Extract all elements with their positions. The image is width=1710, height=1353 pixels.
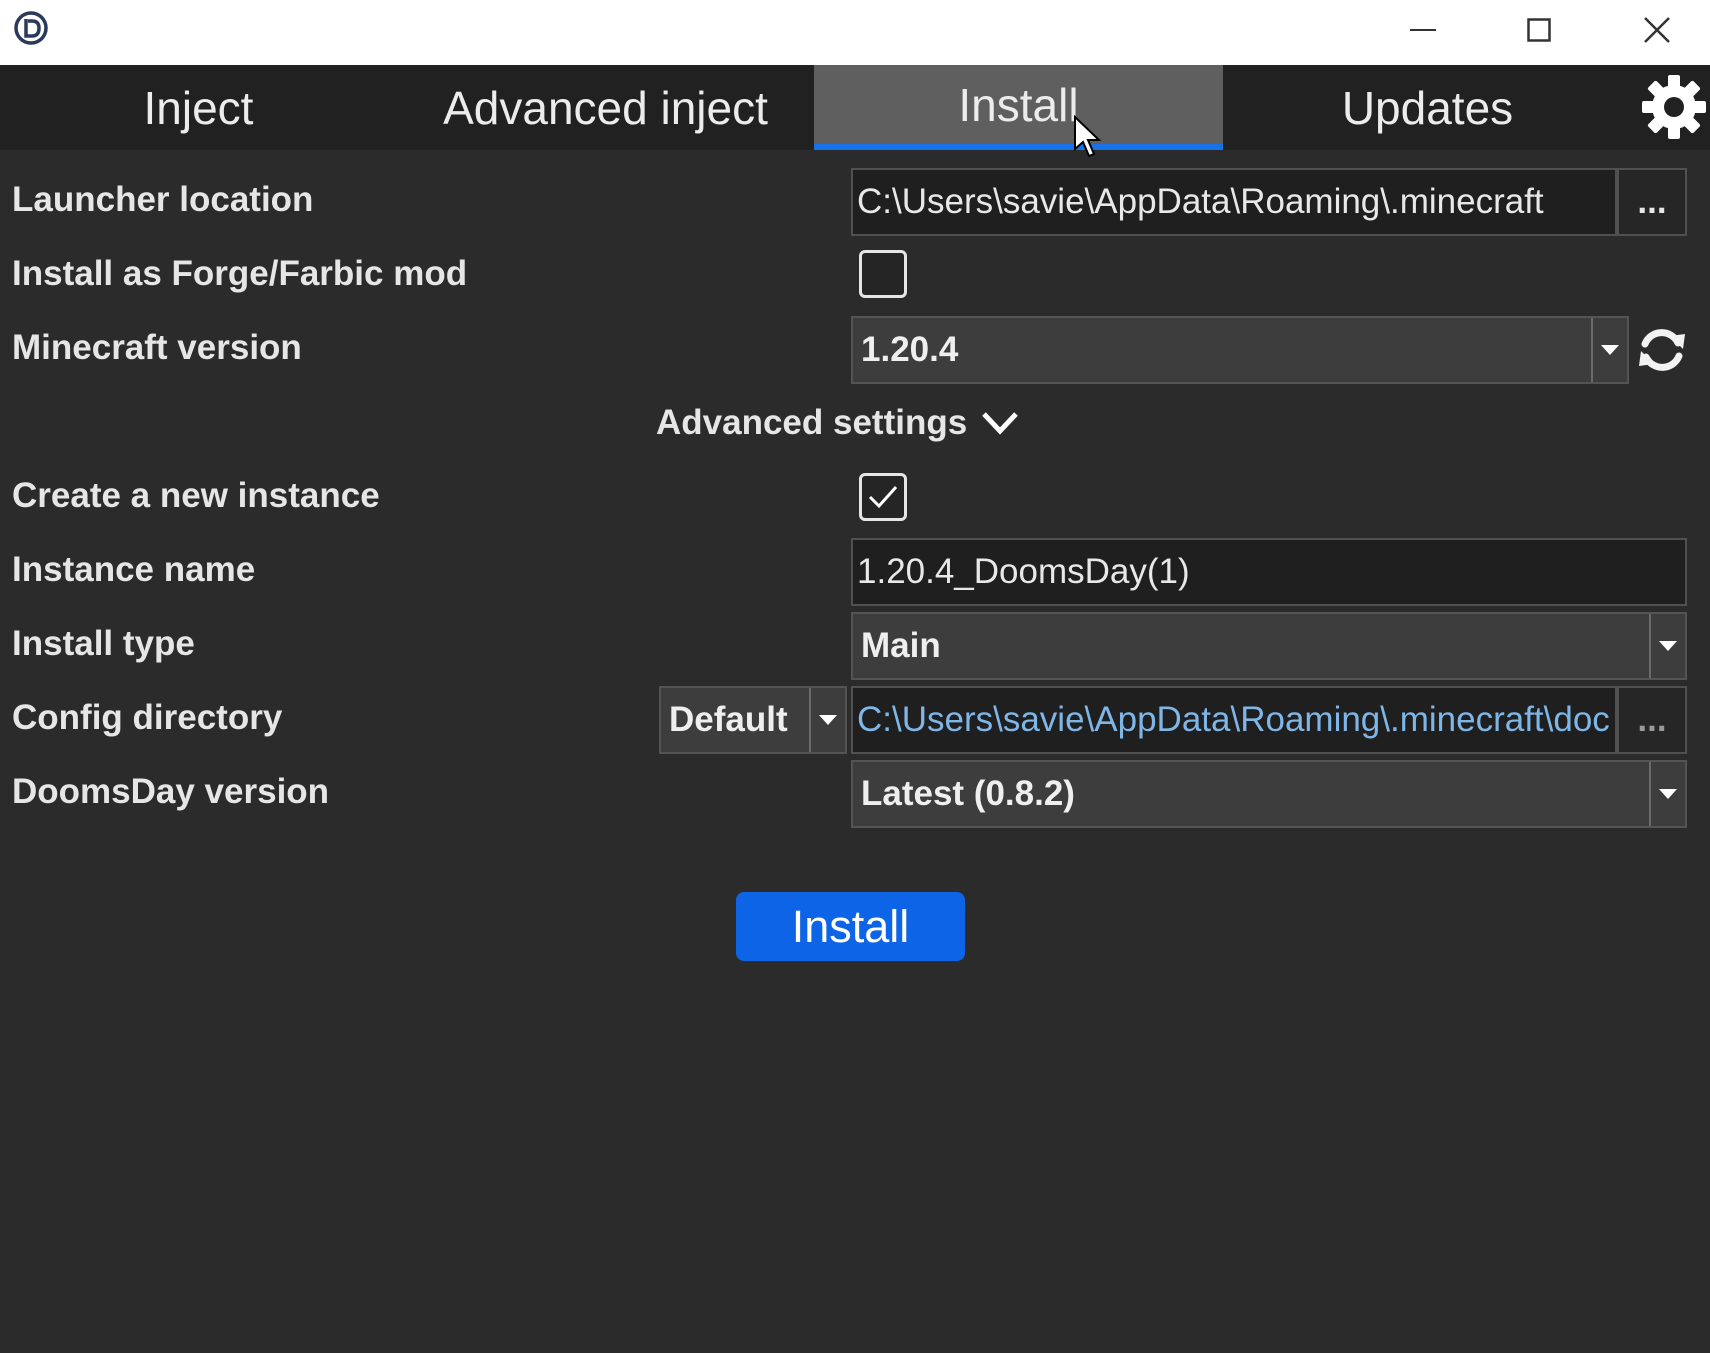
doomsday-version-label: DoomsDay version: [12, 772, 330, 811]
tab-advanced-inject[interactable]: Advanced inject: [397, 65, 814, 150]
install-type-value: Main: [861, 626, 941, 665]
title-bar: [0, 0, 1710, 65]
install-type-select[interactable]: Main: [851, 612, 1687, 680]
install-type-label: Install type: [12, 624, 195, 663]
launcher-location-input[interactable]: C:\Users\savie\AppData\Roaming\.minecraf…: [851, 168, 1617, 236]
minecraft-version-select[interactable]: 1.20.4: [851, 316, 1629, 384]
launcher-location-label: Launcher location: [12, 180, 314, 219]
close-button[interactable]: [1627, 5, 1687, 55]
config-directory-label: Config directory: [12, 698, 283, 737]
minecraft-version-label: Minecraft version: [12, 328, 302, 367]
doomsday-version-select[interactable]: Latest (0.8.2): [851, 760, 1687, 828]
new-instance-checkbox[interactable]: [859, 473, 907, 521]
settings-gear-icon[interactable]: [1640, 73, 1708, 141]
launcher-location-browse-button[interactable]: ...: [1617, 168, 1687, 236]
mouse-cursor-icon: [1074, 115, 1102, 158]
config-directory-browse-button[interactable]: ...: [1617, 686, 1687, 754]
chevron-down-icon: [982, 412, 1019, 435]
chevron-down-icon: [1591, 318, 1627, 382]
config-directory-mode-select[interactable]: Default: [659, 686, 847, 754]
install-button[interactable]: Install: [736, 892, 965, 961]
config-directory-mode-value: Default: [669, 700, 788, 739]
minimize-button[interactable]: [1393, 5, 1453, 55]
advanced-settings-toggle[interactable]: Advanced settings: [656, 398, 1019, 448]
forge-mod-checkbox[interactable]: [859, 250, 907, 298]
new-instance-label: Create a new instance: [12, 476, 380, 515]
minimize-icon: [1410, 29, 1436, 31]
tab-install[interactable]: Install: [814, 65, 1223, 150]
instance-name-input[interactable]: 1.20.4_DoomsDay(1): [851, 538, 1687, 606]
tab-bar: Inject Advanced inject Install Updates: [0, 65, 1710, 150]
maximize-button[interactable]: [1509, 5, 1569, 55]
advanced-settings-label: Advanced settings: [656, 403, 968, 442]
config-directory-input[interactable]: C:\Users\savie\AppData\Roaming\.minecraf…: [851, 686, 1617, 754]
chevron-down-icon: [1649, 762, 1685, 826]
doomsday-version-value: Latest (0.8.2): [861, 774, 1075, 813]
chevron-down-icon: [809, 688, 845, 752]
tab-updates[interactable]: Updates: [1223, 65, 1632, 150]
close-icon: [1644, 17, 1670, 43]
maximize-icon: [1527, 18, 1551, 42]
checkmark-icon: [868, 485, 898, 509]
minecraft-version-value: 1.20.4: [861, 330, 959, 369]
refresh-icon[interactable]: [1634, 323, 1690, 377]
tab-inject[interactable]: Inject: [0, 65, 397, 150]
instance-name-label: Instance name: [12, 550, 256, 589]
forge-mod-label: Install as Forge/Farbic mod: [12, 254, 468, 293]
chevron-down-icon: [1649, 614, 1685, 678]
app-logo-icon: [14, 11, 48, 45]
